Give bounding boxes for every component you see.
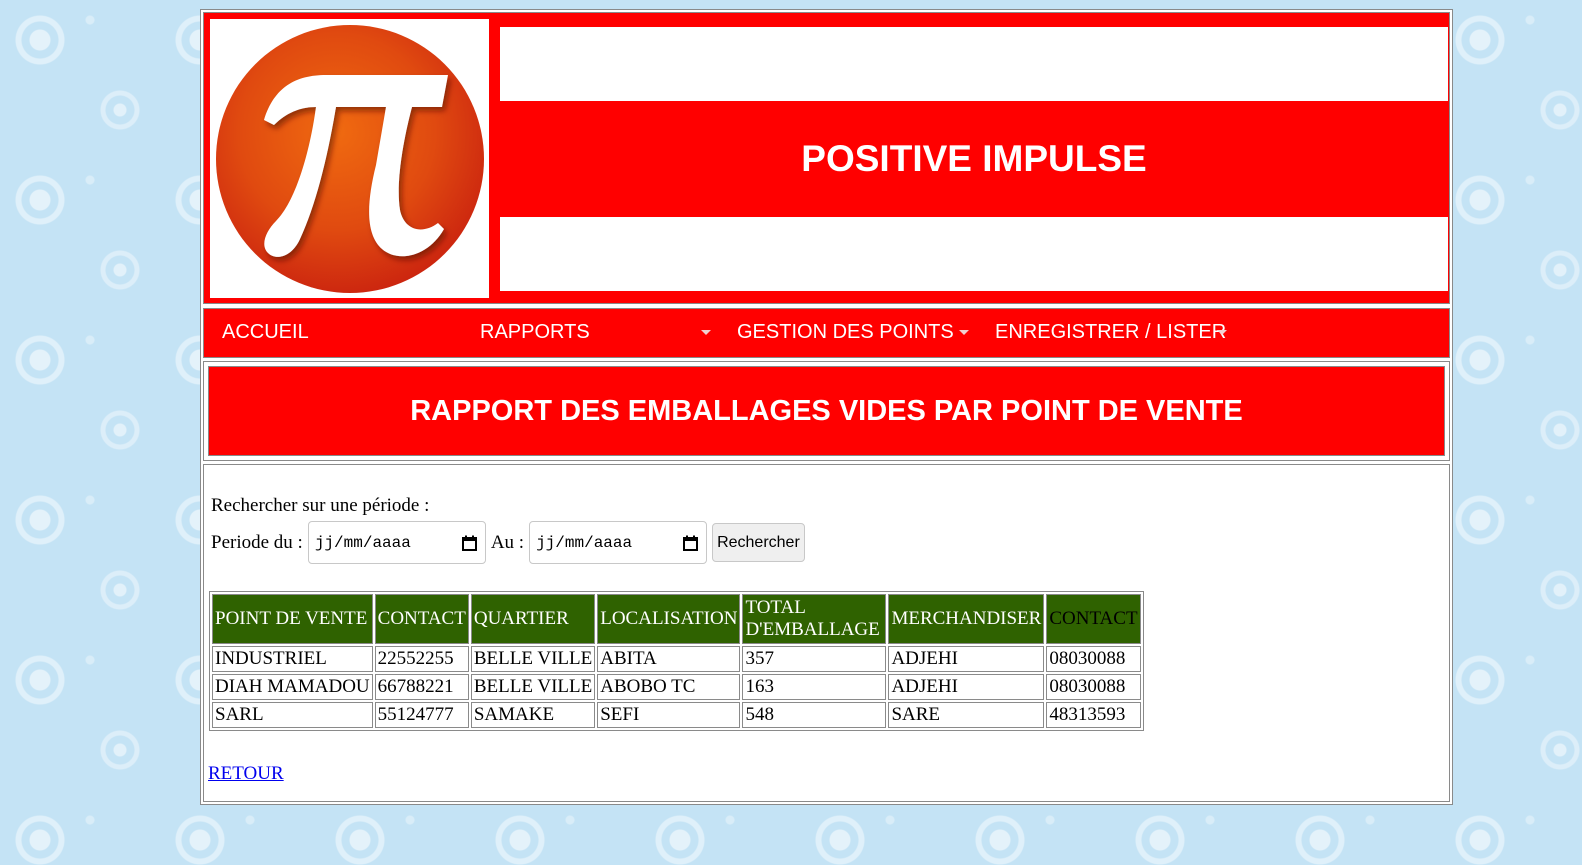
nav-item-gestion-des-points[interactable]: GESTION DES POINTS xyxy=(737,321,954,344)
header-stripe-top xyxy=(500,27,1448,101)
report-table: POINT DE VENTE CONTACT QUARTIER LOCALISA… xyxy=(209,591,1144,731)
back-link[interactable]: RETOUR xyxy=(208,763,284,785)
cell-contact: 66788221 xyxy=(374,674,469,700)
site-header: POSITIVE IMPULSE xyxy=(203,12,1450,304)
period-filter: Periode du : jj/mm/aaaa Au : jj/mm/aaaa xyxy=(211,521,805,564)
logo xyxy=(210,19,489,298)
cell-localisation: ABITA xyxy=(597,646,741,672)
period-from-placeholder: jj/mm/aaaa xyxy=(314,533,411,552)
calendar-icon[interactable] xyxy=(461,535,477,551)
period-to-placeholder: jj/mm/aaaa xyxy=(536,533,633,552)
nav-item-enregistrer-lister[interactable]: ENREGISTRER / LISTER xyxy=(995,321,1226,344)
cell-quartier: SAMAKE xyxy=(470,702,596,728)
col-header-total-emballage: TOTAL D'EMBALLAGE xyxy=(742,594,887,644)
pi-logo-icon xyxy=(215,24,484,293)
cell-contact: 22552255 xyxy=(374,646,469,672)
col-header-contact: CONTACT xyxy=(374,594,469,644)
cell-point-de-vente: SARL xyxy=(212,702,373,728)
pi-symbol-icon xyxy=(263,74,448,257)
cell-contact: 55124777 xyxy=(374,702,469,728)
chevron-down-icon[interactable] xyxy=(701,330,711,335)
cell-quartier: BELLE VILLE xyxy=(470,646,596,672)
cell-merchandiser: SARE xyxy=(888,702,1045,728)
cell-quartier: BELLE VILLE xyxy=(470,674,596,700)
cell-merchandiser-contact: 48313593 xyxy=(1046,702,1141,728)
report-title-container: RAPPORT DES EMBALLAGES VIDES PAR POINT D… xyxy=(203,361,1450,461)
nav-item-rapports[interactable]: RAPPORTS xyxy=(480,321,590,344)
header-stripe-bottom xyxy=(500,217,1448,291)
cell-merchandiser-contact: 08030088 xyxy=(1046,674,1141,700)
chevron-down-icon[interactable] xyxy=(1217,330,1227,335)
site-title: POSITIVE IMPULSE xyxy=(801,138,1147,179)
period-from-label: Periode du : xyxy=(211,531,303,553)
cell-localisation: ABOBO TC xyxy=(597,674,741,700)
main-nav: ACCUEIL RAPPORTS GESTION DES POINTS ENRE… xyxy=(203,308,1450,358)
report-content: Rechercher sur une période : Periode du … xyxy=(203,464,1450,802)
chevron-down-icon[interactable] xyxy=(959,330,969,335)
nav-item-accueil[interactable]: ACCUEIL xyxy=(222,321,309,344)
search-label: Rechercher sur une période : xyxy=(211,495,430,516)
report-title: RAPPORT DES EMBALLAGES VIDES PAR POINT D… xyxy=(208,366,1445,456)
col-header-quartier: QUARTIER xyxy=(470,594,596,644)
period-from-input[interactable]: jj/mm/aaaa xyxy=(307,521,486,564)
calendar-icon[interactable] xyxy=(683,535,699,551)
cell-merchandiser: ADJEHI xyxy=(888,674,1045,700)
col-header-merchandiser: MERCHANDISER xyxy=(888,594,1045,644)
cell-merchandiser: ADJEHI xyxy=(888,646,1045,672)
cell-total-emballage: 548 xyxy=(742,702,887,728)
cell-point-de-vente: DIAH MAMADOU xyxy=(212,674,373,700)
col-header-merchandiser-contact: CONTACT xyxy=(1046,594,1141,644)
cell-total-emballage: 357 xyxy=(742,646,887,672)
table-row: INDUSTRIEL 22552255 BELLE VILLE ABITA 35… xyxy=(212,646,1141,672)
page-container: POSITIVE IMPULSE ACCUEIL RAPPORTS GESTIO… xyxy=(200,9,1453,805)
period-to-label: Au : xyxy=(490,531,525,553)
col-header-point-de-vente: POINT DE VENTE xyxy=(212,594,373,644)
cell-localisation: SEFI xyxy=(597,702,741,728)
table-row: DIAH MAMADOU 66788221 BELLE VILLE ABOBO … xyxy=(212,674,1141,700)
cell-point-de-vente: INDUSTRIEL xyxy=(212,646,373,672)
cell-merchandiser-contact: 08030088 xyxy=(1046,646,1141,672)
col-header-localisation: LOCALISATION xyxy=(597,594,741,644)
period-to-input[interactable]: jj/mm/aaaa xyxy=(529,521,708,564)
search-button[interactable]: Rechercher xyxy=(712,523,805,562)
cell-total-emballage: 163 xyxy=(742,674,887,700)
table-row: SARL 55124777 SAMAKE SEFI 548 SARE 48313… xyxy=(212,702,1141,728)
table-header-row: POINT DE VENTE CONTACT QUARTIER LOCALISA… xyxy=(212,594,1141,644)
